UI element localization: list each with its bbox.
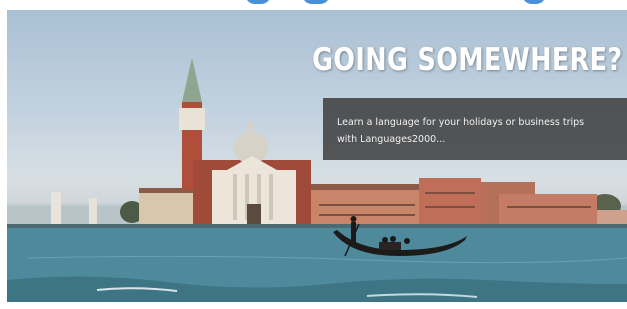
small-tower-left-2 xyxy=(89,198,97,224)
promo-text: Learn a language for your holidays or bu… xyxy=(337,117,585,145)
hero-headline: GOING SOMEWHERE? xyxy=(312,42,623,78)
page-bottom-margin xyxy=(0,302,627,309)
promo-caption-box: Learn a language for your holidays or bu… xyxy=(323,98,627,160)
hero-banner: GOING SOMEWHERE? Learn a language for yo… xyxy=(7,10,627,302)
monastery-building xyxy=(139,188,195,226)
bell-tower-spire xyxy=(182,58,202,102)
heading-glyph-fragment xyxy=(245,0,271,4)
heading-glyph-fragment xyxy=(522,0,546,4)
waterfront-building xyxy=(499,194,597,226)
waterline xyxy=(7,224,627,228)
waterfront-building xyxy=(419,178,481,226)
heading-glyph-fragment xyxy=(302,0,330,4)
bell-tower-belfry xyxy=(179,108,205,130)
cropped-site-heading xyxy=(0,0,627,10)
small-tower-left xyxy=(51,192,61,224)
